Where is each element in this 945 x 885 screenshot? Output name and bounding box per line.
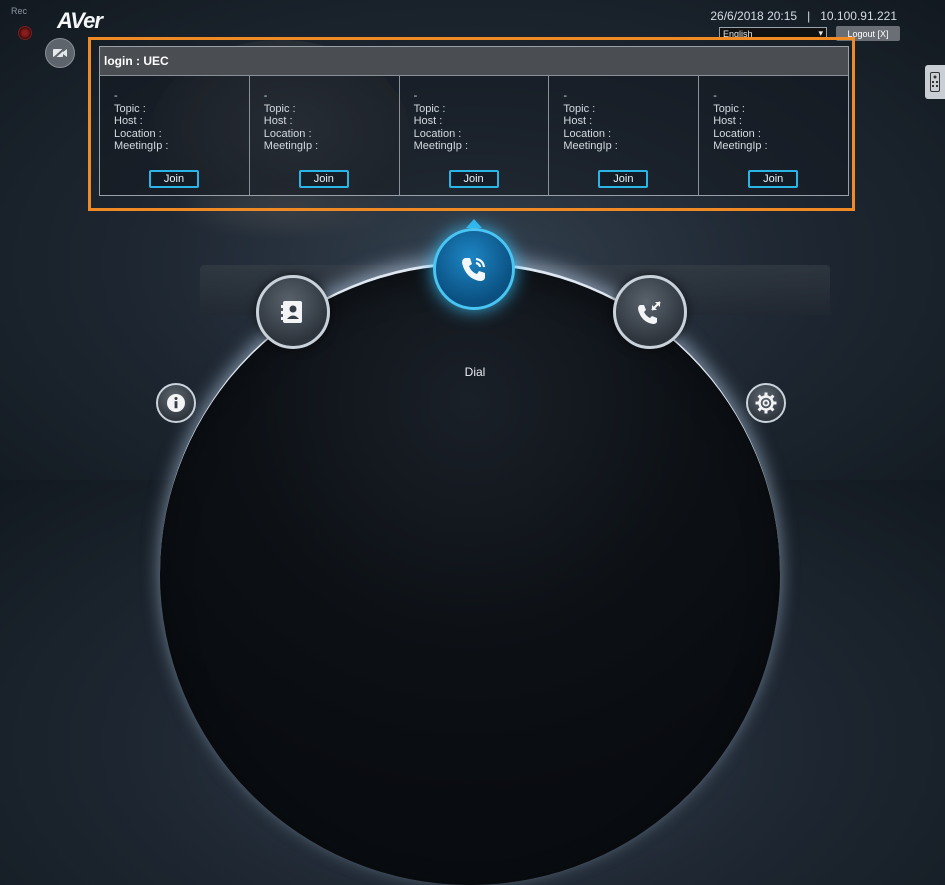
meeting-slot: - Topic : Host : Location : MeetingIp : … bbox=[400, 76, 550, 195]
join-button[interactable]: Join bbox=[598, 170, 649, 188]
meeting-ip-label: MeetingIp : bbox=[413, 140, 469, 152]
host-label: Host : bbox=[713, 115, 742, 127]
topic-label: Topic : bbox=[413, 102, 446, 115]
join-button[interactable]: Join bbox=[748, 170, 799, 188]
panel-title: login : UEC bbox=[100, 47, 848, 76]
contacts-icon bbox=[281, 301, 302, 323]
meeting-ip-label: MeetingIp : bbox=[263, 140, 319, 152]
call-transfer-icon bbox=[638, 301, 661, 324]
slot-dash: - bbox=[413, 90, 418, 102]
meeting-panel: login : UEC - Topic : Host : Location : … bbox=[99, 46, 849, 196]
join-button[interactable]: Join bbox=[448, 170, 499, 188]
meeting-slot: - Topic : Host : Location : MeetingIp : … bbox=[699, 76, 848, 195]
topic-label: Topic : bbox=[263, 102, 296, 115]
host-label: Host : bbox=[263, 115, 293, 127]
meeting-ip-label: MeetingIp : bbox=[563, 140, 618, 152]
menu-arc bbox=[160, 262, 780, 885]
dial-label: Dial bbox=[464, 365, 486, 379]
camera-off-button[interactable] bbox=[45, 38, 75, 68]
camera-off-icon bbox=[53, 47, 67, 59]
host-label: Host : bbox=[114, 115, 143, 127]
join-button[interactable]: Join bbox=[149, 170, 199, 188]
host-label: Host : bbox=[413, 115, 443, 127]
location-label: Location : bbox=[413, 127, 462, 140]
slot-dash: - bbox=[713, 90, 717, 102]
contacts-button[interactable] bbox=[256, 275, 330, 349]
host-label: Host : bbox=[563, 115, 593, 127]
dial-button[interactable] bbox=[433, 228, 515, 310]
meeting-slot: - Topic : Host : Location : MeetingIp : … bbox=[250, 76, 400, 195]
info-button[interactable] bbox=[156, 383, 196, 423]
info-icon bbox=[167, 394, 185, 412]
remote-control-icon bbox=[930, 72, 940, 92]
location-label: Location : bbox=[713, 127, 761, 140]
meeting-slot: - Topic : Host : Location : MeetingIp : … bbox=[100, 76, 250, 195]
call-transfer-button[interactable] bbox=[613, 275, 687, 349]
location-label: Location : bbox=[563, 127, 612, 140]
status-info: 26/6/2018 20:15 | 10.100.91.221 bbox=[710, 9, 897, 23]
location-label: Location : bbox=[114, 127, 162, 140]
selection-caret bbox=[466, 219, 482, 228]
phone-wave-icon bbox=[462, 257, 486, 281]
meeting-ip-label: MeetingIp : bbox=[114, 140, 169, 152]
gear-icon bbox=[755, 392, 777, 414]
meeting-ip-label: MeetingIp : bbox=[713, 140, 768, 152]
join-button[interactable]: Join bbox=[298, 170, 349, 188]
topic-label: Topic : bbox=[114, 102, 146, 115]
record-indicator[interactable] bbox=[18, 26, 32, 40]
aver-logo: AVer bbox=[57, 8, 103, 33]
remote-control-tab[interactable] bbox=[925, 65, 945, 99]
slot-dash: - bbox=[114, 90, 118, 102]
settings-button[interactable] bbox=[746, 383, 786, 423]
ip-address: 10.100.91.221 bbox=[820, 9, 897, 23]
topic-label: Topic : bbox=[563, 102, 596, 115]
slot-dash: - bbox=[563, 90, 568, 102]
record-label: Rec bbox=[11, 6, 28, 16]
separator: | bbox=[807, 9, 811, 23]
topic-label: Topic : bbox=[713, 102, 745, 115]
meeting-slot: - Topic : Host : Location : MeetingIp : … bbox=[549, 76, 700, 195]
slot-dash: - bbox=[263, 90, 268, 102]
location-label: Location : bbox=[263, 127, 312, 140]
datetime-text: 26/6/2018 20:15 bbox=[710, 9, 798, 23]
